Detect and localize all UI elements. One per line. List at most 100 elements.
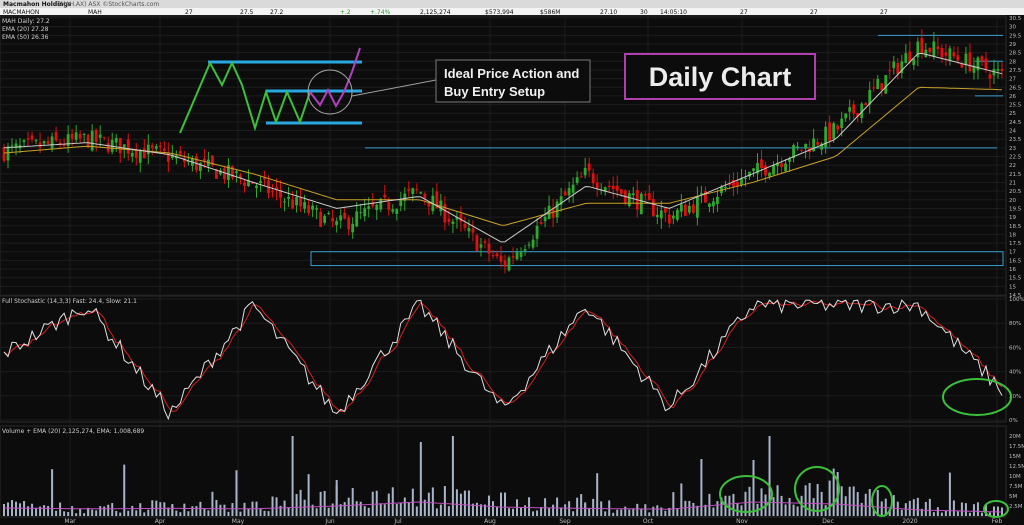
candle-body <box>884 75 888 94</box>
candle-body <box>708 203 711 207</box>
candle-body <box>447 218 451 222</box>
price-tick-label: 16 <box>1009 267 1016 273</box>
volume-bar <box>596 473 599 516</box>
volume-bar <box>980 512 983 516</box>
candle-body <box>86 134 90 148</box>
candle-body <box>162 148 166 151</box>
candle-body <box>960 64 964 68</box>
volume-bar <box>327 507 330 516</box>
volume-bar <box>119 512 122 516</box>
volume-bar <box>876 490 879 516</box>
candle-body <box>126 139 130 154</box>
volume-bar <box>35 508 38 516</box>
candle-body <box>287 196 290 199</box>
volume-bar <box>363 506 366 516</box>
volume-bar <box>115 510 118 516</box>
volume-bar <box>467 490 470 516</box>
header-cell: 27.10 <box>600 9 617 16</box>
volume-bar <box>652 506 655 516</box>
candle-body <box>904 53 908 64</box>
candle-body <box>10 145 14 147</box>
volume-bar <box>684 500 687 516</box>
candle-body <box>575 177 579 183</box>
price-tick-label: 17.5 <box>1009 241 1022 247</box>
price-tick-label: 18 <box>1009 232 1016 238</box>
volume-bar <box>299 489 302 516</box>
volume-bar <box>295 494 298 516</box>
stock-chart: Macmahon Holdings (MAH.AX) ASX ©StockCha… <box>0 0 1024 525</box>
price-tick-label: 23 <box>1009 146 1016 152</box>
stoch-tick-label: 80% <box>1009 321 1021 327</box>
candle-body <box>780 163 783 168</box>
price-tick-label: 28.5 <box>1009 51 1022 57</box>
candle-body <box>980 56 984 62</box>
volume-bar <box>103 506 106 516</box>
month-tick-label: Nov <box>736 518 748 525</box>
volume-bar <box>435 508 438 516</box>
candle-body <box>976 57 980 71</box>
volume-bar <box>868 488 871 516</box>
volume-bar <box>79 508 82 516</box>
candle-body <box>687 205 691 213</box>
month-tick-label: 2020 <box>902 518 917 525</box>
candle-body <box>539 222 543 224</box>
header-cell: 14:05:10 <box>660 9 687 16</box>
candle-body <box>663 208 667 213</box>
candle-body <box>158 145 162 148</box>
volume-bar <box>648 512 651 516</box>
volume-tick-label: 20M <box>1009 434 1021 440</box>
candle-body <box>235 171 238 173</box>
volume-bar <box>259 508 262 516</box>
candle-body <box>291 199 294 209</box>
volume-bar <box>347 497 350 516</box>
volume-bar <box>387 493 390 516</box>
volume-bar <box>908 500 911 516</box>
volume-bar <box>696 505 699 516</box>
volume-bar <box>676 508 679 516</box>
candle-body <box>844 113 848 119</box>
volume-bar <box>796 506 799 516</box>
volume-bar <box>343 502 346 516</box>
volume-bar <box>940 512 943 516</box>
price-tick-label: 21.5 <box>1009 172 1022 178</box>
candle-body <box>940 47 944 58</box>
volume-tick-label: 15M <box>1009 454 1021 460</box>
candle-body <box>832 123 836 139</box>
volume-bar <box>532 511 535 516</box>
candle-body <box>299 197 302 207</box>
volume-bar <box>852 486 855 516</box>
candle-body <box>932 41 936 58</box>
candle-body <box>615 185 619 191</box>
volume-bar <box>976 502 979 516</box>
price-tick-label: 15.5 <box>1009 276 1022 282</box>
candle-body <box>379 198 383 210</box>
volume-bar <box>147 509 150 516</box>
volume-bar <box>616 509 619 516</box>
candle-body <box>984 58 988 71</box>
volume-bar <box>439 504 442 516</box>
volume-bar <box>592 498 595 516</box>
header-symbol: MACMAHON <box>3 9 39 16</box>
volume-bar <box>924 501 927 516</box>
volume-bar <box>960 502 963 516</box>
candle-body <box>459 214 463 222</box>
volume-tick-label: 7.5M <box>1009 484 1023 490</box>
volume-bar <box>499 492 502 516</box>
candle-body <box>94 129 98 142</box>
volume-bar <box>391 487 394 516</box>
volume-bar <box>812 498 815 516</box>
candle-body <box>988 74 992 79</box>
volume-bar <box>972 504 975 516</box>
candle-body <box>948 48 952 61</box>
volume-bar <box>640 508 643 516</box>
volume-tick-label: 2.5M <box>1009 504 1023 510</box>
candle-body <box>579 176 583 178</box>
volume-bar <box>463 490 466 516</box>
candle-body <box>543 216 547 222</box>
volume-bar <box>968 512 971 516</box>
candle-body <box>695 196 699 218</box>
price-tick-label: 26.5 <box>1009 85 1022 91</box>
candle-body <box>591 173 595 184</box>
candle-body <box>920 38 924 54</box>
header-cell: +.2 <box>340 9 351 16</box>
